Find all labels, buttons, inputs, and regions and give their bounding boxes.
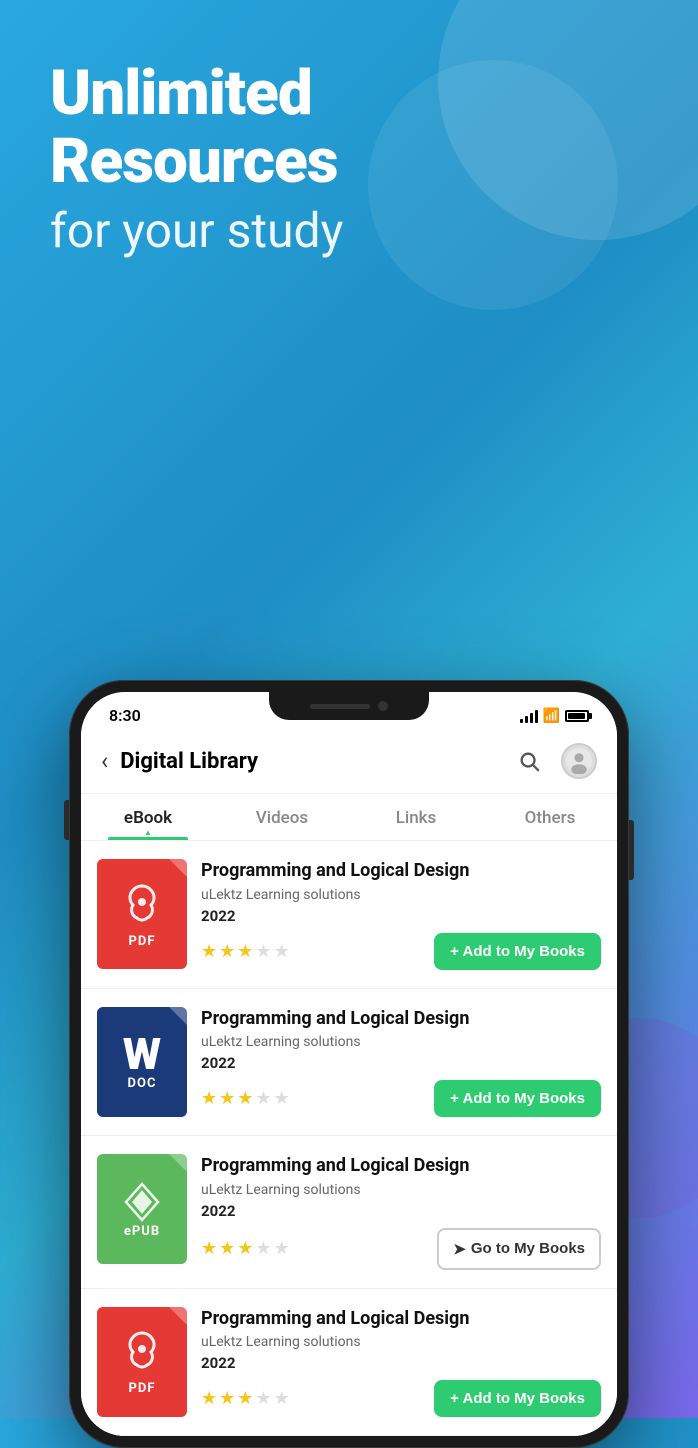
doc-icon: W — [123, 1032, 161, 1076]
tab-links[interactable]: Links — [349, 794, 483, 840]
star-1-3: ★ — [237, 941, 253, 962]
goto-books-button-3[interactable]: ➤ Go to My Books — [437, 1228, 601, 1270]
book-year-2: 2022 — [201, 1054, 601, 1072]
star-1-4: ★ — [255, 941, 271, 962]
book-author-3: uLektz Learning solutions — [201, 1182, 601, 1198]
book-cover-pdf-4: PDF — [97, 1307, 187, 1417]
book-title-1: Programming and Logical Design — [201, 859, 601, 882]
star-4-1: ★ — [201, 1388, 217, 1409]
star-3-3: ★ — [237, 1238, 253, 1259]
wifi-icon: 📶 — [543, 708, 560, 724]
epub-label-3: ePUB — [124, 1224, 160, 1239]
tab-videos[interactable]: Videos — [215, 794, 349, 840]
star-1-2: ★ — [219, 941, 235, 962]
bg-decoration-2 — [368, 60, 618, 310]
book-info-1: Programming and Logical Design uLektz Le… — [201, 859, 601, 969]
tab-ebook[interactable]: eBook — [81, 794, 215, 840]
book-year-1: 2022 — [201, 907, 601, 925]
star-2-2: ★ — [219, 1088, 235, 1109]
battery-icon — [565, 710, 589, 722]
book-item-3: ePUB Programming and Logical Design uLek… — [81, 1136, 617, 1288]
goto-books-label-3: Go to My Books — [471, 1240, 585, 1257]
header-icons — [511, 743, 597, 779]
search-icon — [518, 750, 540, 772]
pdf-icon-4 — [120, 1327, 164, 1381]
book-info-2: Programming and Logical Design uLektz Le… — [201, 1007, 601, 1117]
book-actions-4: ★ ★ ★ ★ ★ + Add to My Books — [201, 1380, 601, 1417]
star-2-1: ★ — [201, 1088, 217, 1109]
pdf-label-4: PDF — [129, 1381, 156, 1396]
star-2-3: ★ — [237, 1088, 253, 1109]
status-icons: 📶 — [520, 708, 589, 724]
goto-arrow-icon: ➤ — [453, 1240, 466, 1258]
star-3-4: ★ — [255, 1238, 271, 1259]
book-cover-epub-3: ePUB — [97, 1154, 187, 1264]
book-year-3: 2022 — [201, 1202, 601, 1220]
doc-label-2: DOC — [128, 1076, 157, 1091]
phone-notch — [269, 692, 429, 720]
pdf-icon — [120, 880, 164, 934]
hero-title: Unlimited Resources — [50, 60, 343, 196]
star-2-4: ★ — [255, 1088, 271, 1109]
star-3-1: ★ — [201, 1238, 217, 1259]
book-rating-2: ★ ★ ★ ★ ★ — [201, 1088, 290, 1109]
tab-bar: eBook Videos Links Others — [81, 794, 617, 841]
star-4-5: ★ — [274, 1388, 290, 1409]
book-title-4: Programming and Logical Design — [201, 1307, 601, 1330]
hero-section: Unlimited Resources for your study — [50, 60, 343, 260]
avatar-icon — [566, 748, 592, 774]
phone-screen: 8:30 📶 ‹ Digital Library — [81, 692, 617, 1436]
book-item-2: W DOC Programming and Logical Design uLe… — [81, 989, 617, 1136]
epub-icon — [120, 1180, 164, 1224]
add-to-books-button-1[interactable]: + Add to My Books — [434, 933, 601, 970]
book-actions-2: ★ ★ ★ ★ ★ + Add to My Books — [201, 1080, 601, 1117]
app-header: ‹ Digital Library — [81, 729, 617, 794]
book-cover-pdf-1: PDF — [97, 859, 187, 969]
signal-icon — [520, 709, 538, 723]
search-button[interactable] — [511, 743, 547, 779]
notch-camera — [378, 701, 388, 711]
phone-frame: 8:30 📶 ‹ Digital Library — [69, 680, 629, 1448]
star-1-1: ★ — [201, 941, 217, 962]
book-title-3: Programming and Logical Design — [201, 1154, 601, 1177]
star-1-5: ★ — [274, 941, 290, 962]
book-item-4: PDF Programming and Logical Design uLekt… — [81, 1289, 617, 1436]
add-to-books-button-4[interactable]: + Add to My Books — [434, 1380, 601, 1417]
app-title: Digital Library — [120, 749, 511, 774]
book-actions-3: ★ ★ ★ ★ ★ ➤ Go to My Books — [201, 1228, 601, 1270]
pdf-label-1: PDF — [129, 934, 156, 949]
star-4-2: ★ — [219, 1388, 235, 1409]
book-author-2: uLektz Learning solutions — [201, 1034, 601, 1050]
notch-speaker — [310, 704, 370, 709]
hero-subtitle: for your study — [50, 202, 343, 260]
add-to-books-button-2[interactable]: + Add to My Books — [434, 1080, 601, 1117]
star-4-4: ★ — [255, 1388, 271, 1409]
phone-mockup: 8:30 📶 ‹ Digital Library — [69, 680, 629, 1448]
book-cover-doc-2: W DOC — [97, 1007, 187, 1117]
book-item-1: PDF Programming and Logical Design uLekt… — [81, 841, 617, 988]
book-info-4: Programming and Logical Design uLektz Le… — [201, 1307, 601, 1417]
star-2-5: ★ — [274, 1088, 290, 1109]
tab-others[interactable]: Others — [483, 794, 617, 840]
book-rating-3: ★ ★ ★ ★ ★ — [201, 1238, 290, 1259]
book-author-1: uLektz Learning solutions — [201, 887, 601, 903]
star-4-3: ★ — [237, 1388, 253, 1409]
book-info-3: Programming and Logical Design uLektz Le… — [201, 1154, 601, 1269]
status-time: 8:30 — [109, 706, 141, 725]
book-title-2: Programming and Logical Design — [201, 1007, 601, 1030]
book-year-4: 2022 — [201, 1354, 601, 1372]
book-rating-1: ★ ★ ★ ★ ★ — [201, 941, 290, 962]
back-button[interactable]: ‹ — [101, 747, 108, 775]
books-list: PDF Programming and Logical Design uLekt… — [81, 841, 617, 1436]
star-3-5: ★ — [274, 1238, 290, 1259]
book-author-4: uLektz Learning solutions — [201, 1334, 601, 1350]
book-actions-1: ★ ★ ★ ★ ★ + Add to My Books — [201, 933, 601, 970]
book-rating-4: ★ ★ ★ ★ ★ — [201, 1388, 290, 1409]
avatar-button[interactable] — [561, 743, 597, 779]
star-3-2: ★ — [219, 1238, 235, 1259]
